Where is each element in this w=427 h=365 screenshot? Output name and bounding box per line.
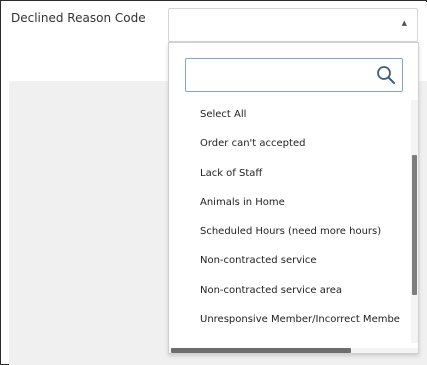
search-input[interactable]: [186, 59, 378, 91]
option-unresponsive-member[interactable]: Unresponsive Member/Incorrect Membe: [169, 305, 412, 334]
option-animals-in-home[interactable]: Animals in Home: [169, 188, 412, 217]
horizontal-scroll-thumb[interactable]: [171, 348, 351, 353]
option-lack-of-staff[interactable]: Lack of Staff: [169, 159, 412, 188]
vertical-scroll-thumb[interactable]: [412, 155, 417, 295]
search-icon[interactable]: [376, 65, 396, 85]
declined-reason-code-label: Declined Reason Code: [11, 11, 146, 25]
declined-reason-dropdown: Select All Order can't accepted Lack of …: [168, 42, 419, 354]
options-list: Select All Order can't accepted Lack of …: [169, 100, 412, 340]
declined-reason-code-select[interactable]: ▲: [168, 8, 418, 42]
search-box[interactable]: [185, 58, 403, 92]
option-non-contracted-service[interactable]: Non-contracted service: [169, 246, 412, 275]
option-order-cant-accepted[interactable]: Order can't accepted: [169, 129, 412, 158]
vertical-scrollbar[interactable]: [411, 100, 418, 343]
option-select-all[interactable]: Select All: [169, 100, 412, 129]
option-non-contracted-service-area[interactable]: Non-contracted service area: [169, 276, 412, 305]
horizontal-scrollbar[interactable]: [169, 348, 418, 353]
form-panel: Declined Reason Code ▲ Select All Order …: [0, 0, 427, 365]
caret-up-icon[interactable]: ▲: [402, 19, 407, 27]
option-scheduled-hours[interactable]: Scheduled Hours (need more hours): [169, 217, 412, 246]
